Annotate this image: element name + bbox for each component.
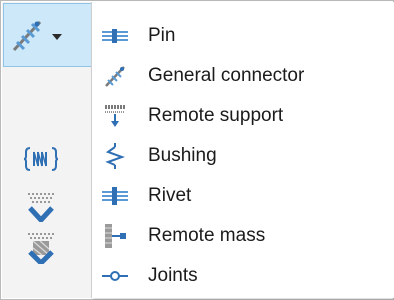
mesh-check-icon[interactable] — [24, 230, 58, 264]
remote-support-icon — [102, 103, 128, 129]
joints-icon — [102, 263, 128, 289]
chevron-down-icon[interactable] — [50, 30, 64, 44]
menu-item-joints[interactable]: Joints — [92, 256, 394, 296]
menu-item-bushing[interactable]: Bushing — [92, 136, 394, 176]
menu-item-pin[interactable]: Pin — [92, 16, 394, 56]
bushing-icon — [102, 143, 128, 169]
pin-icon — [102, 23, 128, 49]
menu-item-general-connector[interactable]: General connector — [92, 56, 394, 96]
menu-item-label: Bushing — [148, 145, 217, 166]
menu-item-remote-support[interactable]: Remote support — [92, 96, 394, 136]
connector-split-button[interactable] — [3, 3, 93, 67]
connector-type-menu: Pin General connector Remote support Bus… — [91, 2, 394, 298]
rivet-icon — [102, 183, 128, 209]
menu-item-label: General connector — [148, 65, 305, 86]
connector-dropdown-window: Pin General connector Remote support Bus… — [0, 0, 394, 300]
menu-item-rivet[interactable]: Rivet — [92, 176, 394, 216]
menu-item-label: Rivet — [148, 185, 192, 206]
menu-item-label: Pin — [148, 25, 176, 46]
menu-item-remote-mass[interactable]: Remote mass — [92, 216, 394, 256]
general-connector-icon — [102, 63, 128, 89]
remote-mass-icon — [102, 223, 128, 249]
menu-item-label: Joints — [148, 265, 198, 286]
menu-item-label: Remote mass — [148, 225, 266, 246]
menu-item-label: Remote support — [148, 105, 284, 126]
spring-bracket-icon[interactable] — [24, 142, 58, 176]
toolbar — [2, 2, 94, 298]
support-check-icon[interactable] — [24, 188, 58, 222]
general-connector-icon[interactable] — [10, 16, 44, 54]
